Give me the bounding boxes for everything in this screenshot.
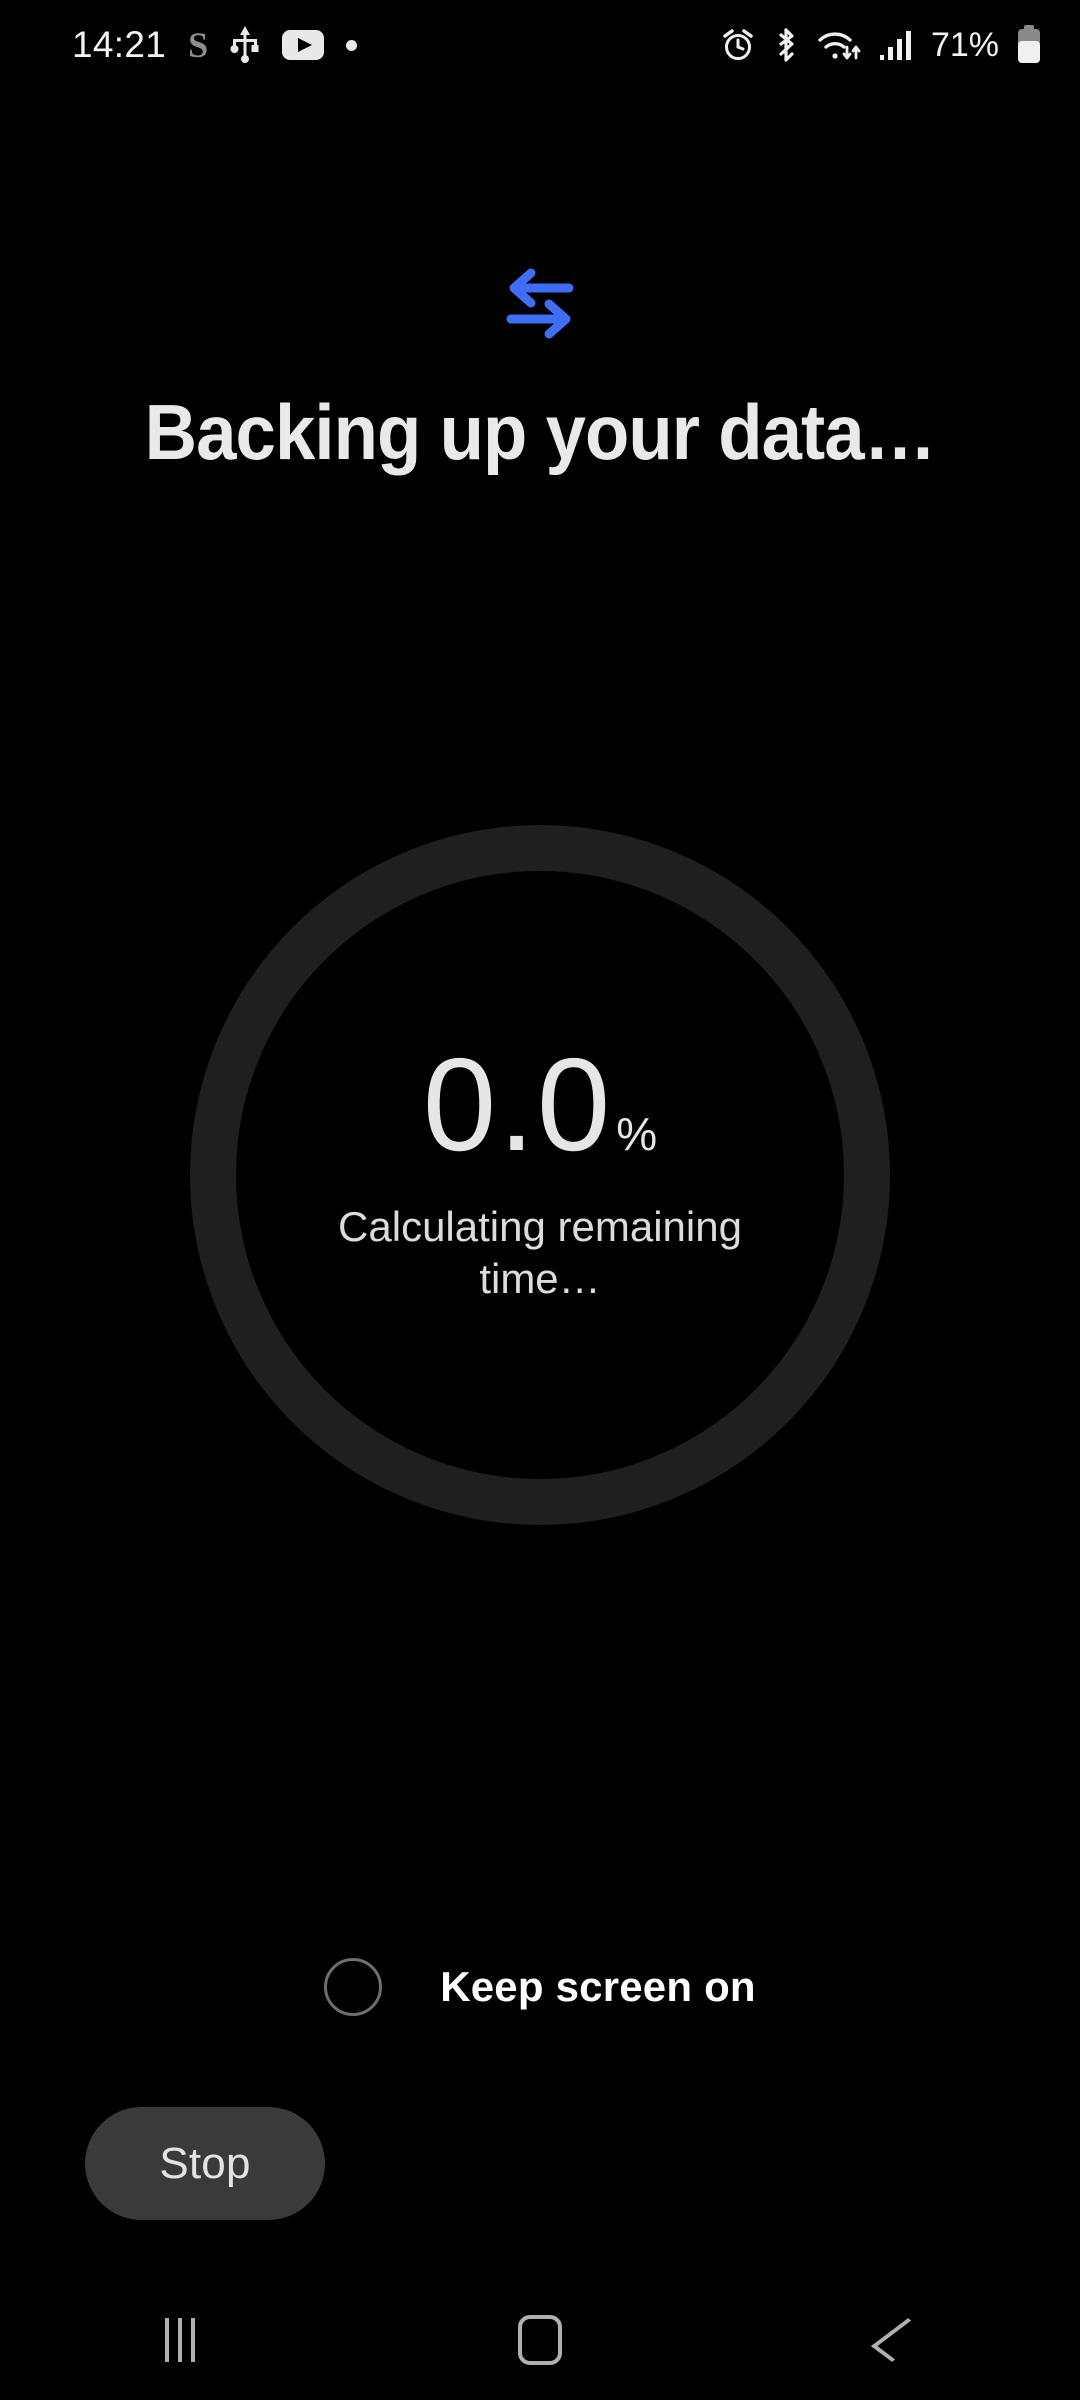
back-chevron-icon	[870, 2318, 930, 2362]
keep-screen-on-label: Keep screen on	[440, 1963, 756, 2010]
progress-percent-value: 0.0	[422, 1030, 613, 1178]
page-title: Backing up your data…	[144, 388, 937, 476]
progress-percent: 0.0 %	[422, 1030, 658, 1178]
transfer-arrows-icon	[0, 262, 1080, 344]
progress-ring-center: 0.0 % Calculating remaining time…	[190, 825, 890, 1525]
alarm-icon	[721, 28, 755, 62]
notification-dot-icon	[346, 39, 358, 51]
recents-icon	[165, 2318, 195, 2362]
progress-ring: 0.0 % Calculating remaining time…	[190, 825, 890, 1525]
app-screen: 14:21 S 71% Backing up your data… 0.0 % …	[0, 0, 1080, 2400]
youtube-icon	[282, 30, 325, 60]
status-clock: 14:21	[72, 24, 167, 65]
wifi-icon	[817, 28, 863, 62]
home-icon	[518, 2315, 562, 2365]
status-bar-left: 14:21 S	[72, 24, 358, 66]
navigation-bar	[0, 2280, 1080, 2400]
usb-icon	[230, 25, 260, 65]
status-bar: 14:21 S 71%	[0, 0, 1080, 90]
signal-icon	[879, 29, 914, 61]
status-bar-right: 71%	[721, 25, 1042, 65]
nav-home-button[interactable]	[360, 2280, 720, 2400]
stop-button-label: Stop	[159, 2138, 251, 2188]
bluetooth-icon	[772, 27, 800, 63]
nav-back-button[interactable]	[720, 2280, 1080, 2400]
battery-percent-label: 71%	[930, 25, 999, 64]
battery-icon	[1016, 25, 1042, 65]
keep-screen-on-row[interactable]: Keep screen on	[0, 1958, 1080, 2016]
nav-recents-button[interactable]	[0, 2280, 360, 2400]
progress-percent-symbol: %	[616, 1107, 658, 1160]
stop-button[interactable]: Stop	[85, 2107, 325, 2220]
remaining-time-label: Calculating remaining time…	[338, 1202, 742, 1303]
keep-screen-on-checkbox[interactable]	[324, 1958, 383, 2016]
samsung-s-icon: S	[188, 25, 209, 65]
